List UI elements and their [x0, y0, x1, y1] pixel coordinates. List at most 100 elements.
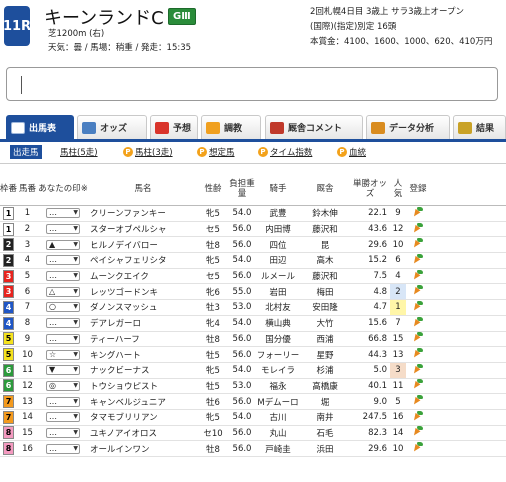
jockey-link[interactable]: 古川 [256, 409, 300, 426]
trainer-link[interactable]: 藤沢和 [300, 268, 350, 285]
horse-name-link[interactable]: ダノンスマッシュ [88, 299, 198, 316]
jockey-link[interactable]: 四位 [256, 236, 300, 254]
jockey-link[interactable]: 横山典 [256, 315, 300, 332]
jockey-link[interactable]: 内田博 [256, 221, 300, 238]
mark-select[interactable]: … ▼ [46, 208, 80, 219]
trainer-link[interactable]: 杉浦 [300, 362, 350, 379]
jockey-link[interactable]: 田辺 [256, 252, 300, 269]
trainer-link[interactable]: 西浦 [300, 331, 350, 348]
trainer-link[interactable]: 安田隆 [300, 299, 350, 316]
trainer-link[interactable]: 鈴木伸 [300, 205, 350, 222]
mark-select[interactable]: … ▼ [46, 318, 80, 329]
mark-select[interactable]: … ▼ [46, 396, 80, 407]
carrot-icon[interactable] [411, 332, 424, 344]
horse-name-link[interactable]: キャンベルジュニア [88, 393, 198, 410]
carrot-icon[interactable] [411, 426, 424, 438]
trainer-link[interactable]: 梅田 [300, 283, 350, 301]
mark-select[interactable]: ▼ ▼ [46, 365, 80, 376]
trainer-link[interactable]: 高木 [300, 252, 350, 269]
horse-name-link[interactable]: ヒルノデイバロー [88, 236, 198, 254]
carrot-icon[interactable] [411, 348, 424, 360]
subnav-item-5[interactable]: P 血統 [337, 145, 366, 159]
jockey-link[interactable]: 武豊 [256, 205, 300, 222]
carrot-icon[interactable] [411, 222, 424, 234]
trainer-link[interactable]: 藤沢和 [300, 221, 350, 238]
jockey-link[interactable]: 北村友 [256, 299, 300, 316]
mark-select[interactable]: ☆ ▼ [46, 349, 80, 360]
mark-select[interactable]: △ ▼ [46, 286, 80, 297]
trainer-link[interactable]: 石毛 [300, 425, 350, 442]
horse-name-link[interactable]: ティーハーフ [88, 331, 198, 348]
col-odds[interactable]: 単勝オッズ [350, 172, 390, 206]
horse-name-link[interactable]: タマモブリリアン [88, 409, 198, 426]
tab-0[interactable]: 出馬表 [6, 115, 74, 139]
jockey-link[interactable]: 戸崎圭 [256, 440, 300, 457]
horse-name-link[interactable]: ムーンクエイク [88, 268, 198, 285]
carrot-icon[interactable] [411, 300, 424, 313]
carrot-icon[interactable] [411, 253, 424, 265]
mark-select[interactable]: ◎ ▼ [46, 380, 80, 391]
subnav-item-4[interactable]: P タイム指数 [258, 145, 312, 159]
horse-name-link[interactable]: デアレガーロ [88, 315, 198, 332]
mark-select[interactable]: … ▼ [46, 333, 80, 344]
tab-1[interactable]: オッズ [77, 115, 147, 139]
jockey-link[interactable]: Mデムーロ [256, 393, 300, 410]
col-umaban[interactable]: 馬番 [17, 172, 38, 206]
carrot-icon[interactable] [411, 410, 424, 422]
mark-select[interactable]: … ▼ [46, 412, 80, 423]
trainer-link[interactable]: 星野 [300, 346, 350, 363]
jockey-link[interactable]: 岩田 [256, 283, 300, 301]
col-waku[interactable]: 枠番 [0, 172, 17, 206]
subnav-item-0[interactable]: 出走馬 [10, 145, 42, 159]
jockey-link[interactable]: フォーリー [256, 346, 300, 363]
horse-name-link[interactable]: スターオブペルシャ [88, 221, 198, 238]
jockey-link[interactable]: 国分優 [256, 331, 300, 348]
jockey-link[interactable]: 福永 [256, 378, 300, 395]
mark-select[interactable]: … ▼ [46, 271, 80, 282]
horse-name-link[interactable]: ユキノアイオロス [88, 425, 198, 442]
mark-select[interactable]: … ▼ [46, 224, 80, 235]
col-jockey[interactable]: 騎手 [256, 172, 300, 206]
mark-select[interactable]: … ▼ [46, 255, 80, 266]
horse-name-link[interactable]: ペイシャフェリシタ [88, 252, 198, 269]
horse-name-link[interactable]: ナックビーナス [88, 362, 198, 379]
carrot-icon[interactable] [411, 379, 424, 391]
horse-name-link[interactable]: クリーンファンキー [88, 205, 198, 222]
mark-select[interactable]: ▲ ▼ [46, 239, 80, 250]
mark-select[interactable]: ○ ▼ [46, 302, 80, 313]
carrot-icon[interactable] [411, 395, 424, 407]
carrot-icon[interactable] [411, 316, 424, 328]
trainer-link[interactable]: 大竹 [300, 315, 350, 332]
tab-6[interactable]: 結果 [453, 115, 506, 139]
col-trainer[interactable]: 厩舎 [300, 172, 350, 206]
carrot-icon[interactable] [411, 285, 424, 297]
carrot-icon[interactable] [411, 442, 424, 454]
jockey-link[interactable]: モレイラ [256, 362, 300, 379]
carrot-icon[interactable] [411, 269, 424, 281]
carrot-icon[interactable] [411, 206, 424, 218]
subnav-item-1[interactable]: 馬柱(5走) [60, 145, 98, 159]
col-horse[interactable]: 馬名 [88, 172, 198, 206]
trainer-link[interactable]: 浜田 [300, 440, 350, 457]
tab-2[interactable]: 予想 [150, 115, 198, 139]
tab-3[interactable]: 調教 [201, 115, 261, 139]
carrot-icon[interactable] [411, 238, 424, 250]
horse-name-link[interactable]: レッツゴードンキ [88, 283, 198, 301]
col-pop[interactable]: 人気 [390, 172, 406, 206]
subnav-item-2[interactable]: P 馬柱(3走) [123, 145, 173, 159]
jockey-link[interactable]: ルメール [256, 268, 300, 285]
tab-5[interactable]: データ分析 [366, 115, 450, 139]
mark-select[interactable]: … ▼ [46, 427, 80, 438]
col-weight[interactable]: 負担重量 [228, 172, 256, 206]
mark-select[interactable]: … ▼ [46, 443, 80, 454]
trainer-link[interactable]: 堀 [300, 393, 350, 410]
horse-name-link[interactable]: トウショウピスト [88, 378, 198, 395]
trainer-link[interactable]: 南井 [300, 409, 350, 426]
tab-4[interactable]: 厩舎コメント [265, 115, 363, 139]
jockey-link[interactable]: 丸山 [256, 425, 300, 442]
text-input-box[interactable] [6, 67, 498, 101]
trainer-link[interactable]: 昆 [300, 236, 350, 254]
trainer-link[interactable]: 高橋康 [300, 378, 350, 395]
col-sex-age[interactable]: 性齢 [198, 172, 228, 206]
horse-name-link[interactable]: オールインワン [88, 440, 198, 457]
